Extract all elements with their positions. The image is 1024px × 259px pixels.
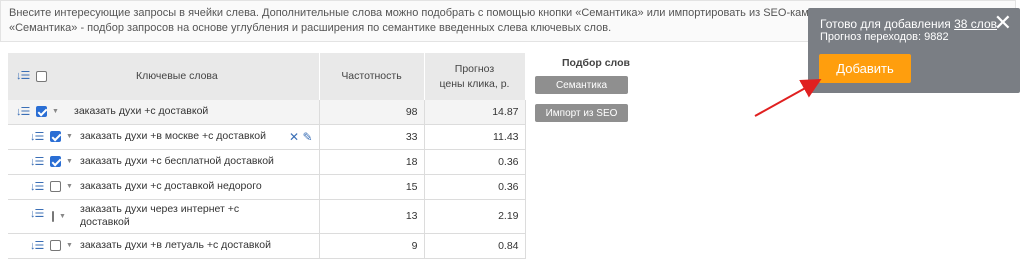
delete-icon[interactable]: ✕ <box>289 130 299 144</box>
select-all-checkbox[interactable] <box>36 71 47 82</box>
sort-tree-icon[interactable]: ↓☰ <box>30 155 48 168</box>
import-seo-button[interactable]: Импорт из SEO <box>535 104 628 122</box>
table-row: ↓☰ ▼ заказать духи +в москве +с доставко… <box>8 124 526 150</box>
header-keywords-label: Ключевые слова <box>136 70 218 82</box>
sort-tree-icon[interactable]: ↓☰ <box>30 130 48 143</box>
price-cell: 14.87 <box>424 100 526 125</box>
frequency-cell: 13 <box>319 199 425 234</box>
keyword-text[interactable]: заказать духи +с доставкой <box>74 105 313 118</box>
keyword-text[interactable]: заказать духи +в москве +с доставкой <box>80 130 285 143</box>
sort-tree-icon[interactable]: ↓☰ <box>30 207 48 220</box>
table-row: ↓☰ ▼ заказать духи через интернет +с дос… <box>8 199 526 234</box>
chevron-down-icon[interactable]: ▼ <box>66 183 76 190</box>
frequency-cell: 9 <box>319 233 425 259</box>
word-selection-title: Подбор слов <box>562 57 630 69</box>
frequency-cell: 18 <box>319 149 425 175</box>
frequency-cell: 98 <box>319 100 425 125</box>
keywords-table: ↓☰ Ключевые слова Частотность Прогноз це… <box>8 53 526 259</box>
table-header: ↓☰ Ключевые слова Частотность Прогноз це… <box>8 53 526 100</box>
frequency-cell: 15 <box>319 174 425 200</box>
frequency-cell: 33 <box>319 124 425 150</box>
row-checkbox[interactable] <box>50 156 61 167</box>
sort-tree-icon[interactable]: ↓☰ <box>16 69 34 84</box>
sort-tree-icon[interactable]: ↓☰ <box>30 180 48 193</box>
table-row: ↓☰ ▼ заказать духи +с доставкой недорого… <box>8 174 526 200</box>
table-row: ↓☰ ▼ заказать духи +в летуаль +с доставк… <box>8 233 526 259</box>
header-frequency[interactable]: Частотность <box>319 53 425 100</box>
row-checkbox[interactable] <box>52 210 54 222</box>
ready-prefix: Готово для добавления <box>820 17 951 31</box>
row-checkbox[interactable] <box>50 131 61 142</box>
keyword-text[interactable]: заказать духи +с доставкой недорого <box>80 180 313 193</box>
row-checkbox[interactable] <box>36 106 47 118</box>
keyword-text[interactable]: заказать духи +в летуаль +с доставкой <box>80 239 313 252</box>
chevron-down-icon[interactable]: ▼ <box>66 242 76 249</box>
header-price-line1: Прогноз <box>454 62 495 75</box>
sort-tree-icon[interactable]: ↓☰ <box>30 239 48 252</box>
sort-tree-icon[interactable]: ↓☰ <box>16 105 34 118</box>
chevron-down-icon[interactable]: ▼ <box>52 108 62 115</box>
keyword-text[interactable]: заказать духи через интернет +с доставко… <box>80 203 313 229</box>
price-cell: 11.43 <box>424 124 526 150</box>
ready-status: Готово для добавления 38 слов <box>820 17 997 31</box>
header-keywords: ↓☰ Ключевые слова <box>8 53 320 100</box>
table-row: ↓☰ ▼ заказать духи +с доставкой 98 14.87 <box>8 100 526 125</box>
price-cell: 0.36 <box>424 174 526 200</box>
edit-pencil-icon[interactable]: ✎ <box>302 130 312 144</box>
forecast-text: Прогноз переходов: 9882 <box>820 31 949 43</box>
add-words-popup: Готово для добавления 38 слов Прогноз пе… <box>808 8 1020 93</box>
close-icon[interactable]: ✕ <box>994 12 1012 34</box>
price-cell: 2.19 <box>424 199 526 234</box>
keyword-text[interactable]: заказать духи +с бесплатной доставкой <box>80 155 313 168</box>
chevron-down-icon[interactable]: ▼ <box>66 133 76 140</box>
add-button[interactable]: Добавить <box>819 54 911 83</box>
price-cell: 0.84 <box>424 233 526 259</box>
price-cell: 0.36 <box>424 149 526 175</box>
header-price[interactable]: Прогноз цены клика, р. <box>424 53 526 100</box>
table-row: ↓☰ ▼ заказать духи +с бесплатной доставк… <box>8 149 526 175</box>
header-price-line2: цены клика, р. <box>439 77 510 90</box>
ready-count-link[interactable]: 38 слов <box>954 17 997 31</box>
row-checkbox[interactable] <box>50 240 61 251</box>
chevron-down-icon[interactable]: ▼ <box>66 158 76 165</box>
chevron-down-icon[interactable]: ▼ <box>59 213 66 220</box>
row-checkbox[interactable] <box>50 181 61 192</box>
semantics-button[interactable]: Семантика <box>535 76 628 94</box>
